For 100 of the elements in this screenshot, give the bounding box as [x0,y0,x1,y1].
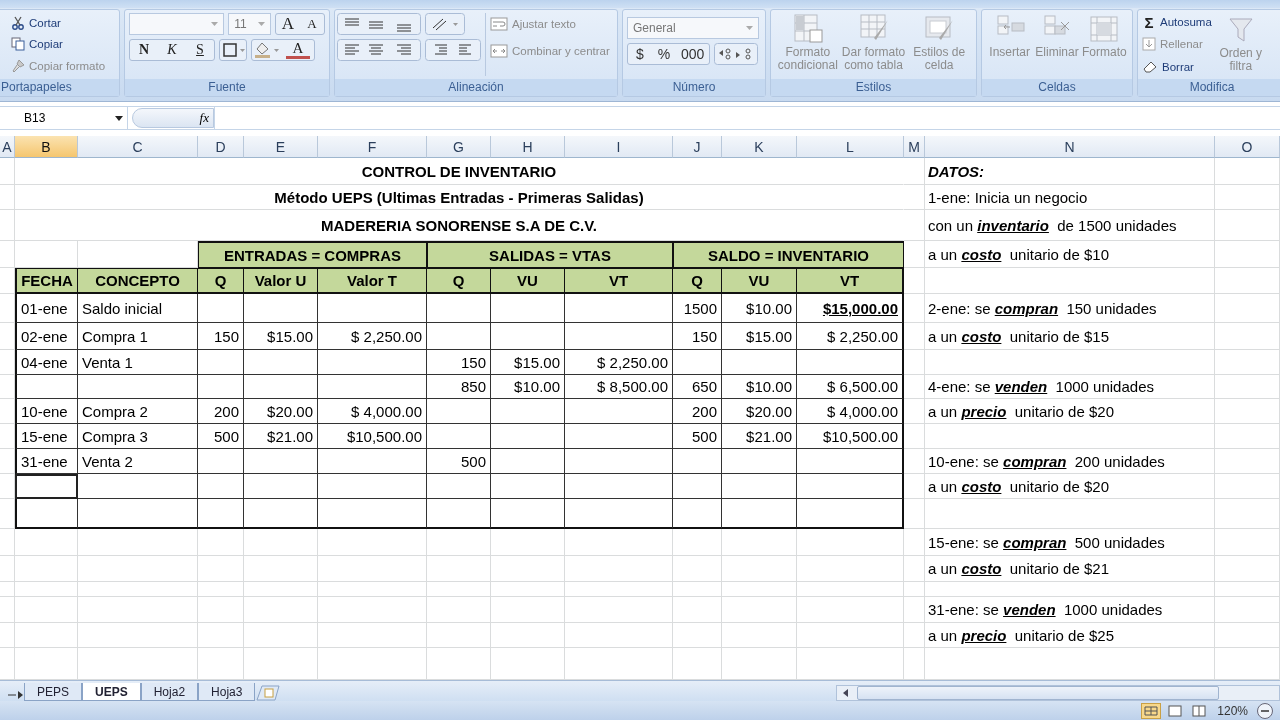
border-icon[interactable] [220,40,246,60]
insert-sheet-icon[interactable] [255,685,282,701]
font-name-field[interactable] [129,13,225,35]
empty-cell[interactable] [673,449,722,474]
empty-cell[interactable] [722,350,797,375]
empty-cell[interactable] [797,499,904,529]
percent-button[interactable]: % [652,44,676,64]
empty-cell[interactable] [15,499,78,529]
empty-cell[interactable] [491,449,565,474]
column-header[interactable]: O [1215,136,1280,158]
shrink-font-button[interactable]: A [300,14,324,34]
thousands-button[interactable]: 000 [676,44,710,64]
empty-cell[interactable] [427,474,491,499]
empty-cell[interactable] [565,499,673,529]
sheet-tab[interactable]: UEPS [82,683,141,701]
empty-cell[interactable] [427,294,491,323]
column-header[interactable]: D [198,136,244,158]
normal-view-icon[interactable] [1141,703,1162,719]
empty-cell[interactable] [198,375,244,399]
column-header[interactable]: L [797,136,904,158]
empty-cell[interactable] [198,350,244,375]
empty-cell[interactable] [565,399,673,424]
empty-cell[interactable] [78,499,198,529]
empty-cell[interactable] [491,424,565,449]
column-header[interactable]: B [15,136,78,158]
empty-cell[interactable] [78,474,198,499]
column-header[interactable]: K [722,136,797,158]
empty-cell[interactable] [565,294,673,323]
sheet-tab[interactable]: Hoja2 [140,683,199,701]
number-format-field[interactable]: General [627,17,759,39]
indent-icon[interactable] [425,39,481,61]
align-icons-drawing[interactable] [337,39,421,61]
align-icons-drawing[interactable] [337,13,421,35]
column-header[interactable]: C [78,136,198,158]
empty-cell[interactable] [15,375,78,399]
grow-font-button[interactable]: A [276,14,300,34]
empty-cell[interactable] [318,294,427,323]
underline-button[interactable]: S [186,40,214,60]
name-box[interactable]: B13 [0,107,128,129]
empty-cell[interactable] [491,399,565,424]
font-size-field[interactable]: 11 [228,13,271,35]
empty-cell[interactable] [491,294,565,323]
column-header[interactable]: N [925,136,1215,158]
autosum-button[interactable]: Σ Autosuma [1142,13,1212,32]
empty-cell[interactable] [565,323,673,350]
empty-cell[interactable] [244,449,318,474]
empty-cell[interactable] [318,499,427,529]
empty-cell[interactable] [198,499,244,529]
horizontal-scrollbar[interactable] [836,685,1280,701]
empty-cell[interactable] [427,499,491,529]
copy-button[interactable]: Copiar [11,34,115,55]
bold-button[interactable]: N [130,40,158,60]
empty-cell[interactable] [244,474,318,499]
selected-cell[interactable] [15,474,78,499]
orientation-icon[interactable] [425,13,465,35]
empty-cell[interactable] [673,474,722,499]
empty-cell[interactable] [318,449,427,474]
empty-cell[interactable] [427,323,491,350]
column-header[interactable]: F [318,136,427,158]
clear-button[interactable]: Borrar [1142,57,1212,76]
column-header[interactable]: H [491,136,565,158]
empty-cell[interactable] [78,375,198,399]
empty-cell[interactable] [318,474,427,499]
empty-cell[interactable] [198,294,244,323]
column-header[interactable]: G [427,136,491,158]
decimal-places-icon[interactable] [714,43,759,65]
fill-color-icon[interactable] [252,40,282,60]
empty-cell[interactable] [491,323,565,350]
column-header[interactable]: A [0,136,15,158]
sheet-tab[interactable]: PEPS [24,683,82,701]
empty-cell[interactable] [318,375,427,399]
column-header[interactable]: I [565,136,673,158]
empty-cell[interactable] [797,474,904,499]
zoom-out-icon[interactable] [1256,702,1274,720]
currency-button[interactable]: $ [628,44,652,64]
column-header[interactable]: E [244,136,318,158]
empty-cell[interactable] [318,350,427,375]
cut-button[interactable]: Cortar [11,13,115,34]
empty-cell[interactable] [427,424,491,449]
empty-cell[interactable] [198,474,244,499]
empty-cell[interactable] [491,499,565,529]
empty-cell[interactable] [565,474,673,499]
empty-cell[interactable] [797,449,904,474]
column-header[interactable]: M [904,136,925,158]
empty-cell[interactable] [797,350,904,375]
italic-button[interactable]: K [158,40,186,60]
empty-cell[interactable] [244,375,318,399]
empty-cell[interactable] [244,294,318,323]
empty-cell[interactable] [722,474,797,499]
scroll-thumb[interactable] [857,686,1219,700]
column-header[interactable]: J [673,136,722,158]
empty-cell[interactable] [565,424,673,449]
empty-cell[interactable] [722,499,797,529]
empty-cell[interactable] [427,399,491,424]
empty-cell[interactable] [198,449,244,474]
zoom-level[interactable]: 120% [1217,704,1248,718]
empty-cell[interactable] [491,474,565,499]
empty-cell[interactable] [244,350,318,375]
empty-cell[interactable] [244,499,318,529]
empty-cell[interactable] [673,350,722,375]
